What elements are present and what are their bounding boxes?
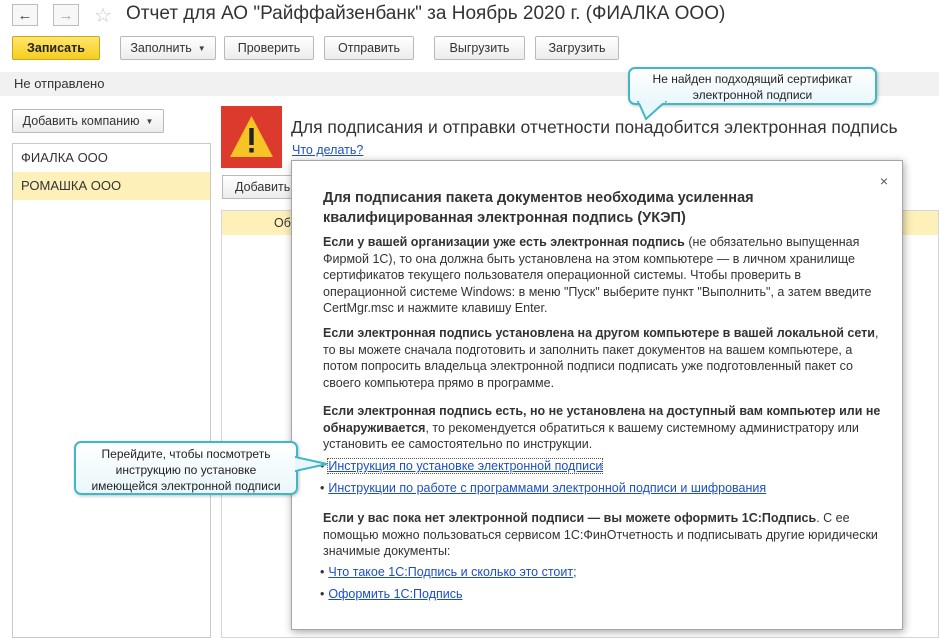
chevron-down-icon: ▼ bbox=[197, 43, 206, 53]
import-button[interactable]: Загрузить bbox=[535, 36, 619, 60]
arrow-right-icon: → bbox=[58, 6, 74, 24]
popup-title: Для подписания пакета документов необход… bbox=[323, 190, 754, 226]
signature-info-popup: × Для подписания пакета документов необх… bbox=[291, 160, 903, 630]
company-item-selected[interactable]: РОМАШКА ООО bbox=[13, 172, 210, 200]
forward-button[interactable]: → bbox=[53, 4, 79, 26]
chevron-down-icon: ▼ bbox=[145, 116, 154, 126]
window-title: Отчет для АО "Райффайзенбанк" за Ноябрь … bbox=[126, 3, 726, 24]
paragraph-network-signature: Если электронная подпись установлена на … bbox=[323, 326, 879, 390]
add-company-label: Добавить компанию bbox=[22, 114, 140, 128]
back-button[interactable]: ← bbox=[12, 4, 38, 26]
callout-certificate-not-found: Не найден подходящий сертификат электрон… bbox=[628, 67, 877, 105]
warning-box bbox=[221, 106, 282, 168]
fill-dropdown-button[interactable]: Заполнить ▼ bbox=[120, 36, 216, 60]
list-item: • Оформить 1С:Подпись bbox=[320, 587, 463, 601]
paragraph-existing-signature: Если у вашей организации уже есть электр… bbox=[323, 235, 872, 315]
paragraph-no-signature: Если у вас пока нет электронной подписи … bbox=[323, 511, 878, 558]
what-is-1c-signature-link[interactable]: Что такое 1С:Подпись и сколько это стоит… bbox=[328, 565, 576, 579]
company-item[interactable]: ФИАЛКА ООО bbox=[13, 144, 210, 172]
add-company-button[interactable]: Добавить компанию ▼ bbox=[12, 109, 164, 133]
save-button[interactable]: Записать bbox=[12, 36, 100, 60]
order-1c-signature-link[interactable]: Оформить 1С:Подпись bbox=[328, 587, 462, 601]
send-button[interactable]: Отправить bbox=[324, 36, 414, 60]
callout-pointer bbox=[636, 101, 668, 121]
crypto-programs-link[interactable]: Инструкции по работе с программами элект… bbox=[328, 481, 766, 495]
close-icon[interactable]: × bbox=[880, 173, 888, 189]
warning-title: Для подписания и отправки отчетности пон… bbox=[291, 117, 898, 137]
list-item: •Инструкция по установке электронной под… bbox=[320, 458, 604, 474]
paragraph-not-installed: Если электронная подпись есть, но не уст… bbox=[323, 404, 881, 451]
arrow-left-icon: ← bbox=[17, 6, 33, 24]
favorite-star-icon[interactable]: ☆ bbox=[94, 3, 112, 28]
check-button[interactable]: Проверить bbox=[224, 36, 314, 60]
warning-icon bbox=[230, 116, 273, 157]
list-item: • Инструкции по работе с программами элек… bbox=[320, 481, 767, 495]
list-item: • Что такое 1С:Подпись и сколько это стои… bbox=[320, 565, 577, 579]
what-to-do-link[interactable]: Что делать? bbox=[292, 143, 363, 157]
fill-button-label: Заполнить bbox=[130, 41, 192, 55]
add-button[interactable]: Добавить bbox=[222, 175, 302, 199]
company-list: ФИАЛКА ООО РОМАШКА ООО bbox=[12, 143, 211, 638]
install-instruction-link[interactable]: Инструкция по установке электронной подп… bbox=[327, 458, 604, 474]
callout-pointer bbox=[295, 455, 328, 473]
export-button[interactable]: Выгрузить bbox=[434, 36, 525, 60]
callout-install-instruction: Перейдите, чтобы посмотреть инструкцию п… bbox=[74, 441, 298, 495]
